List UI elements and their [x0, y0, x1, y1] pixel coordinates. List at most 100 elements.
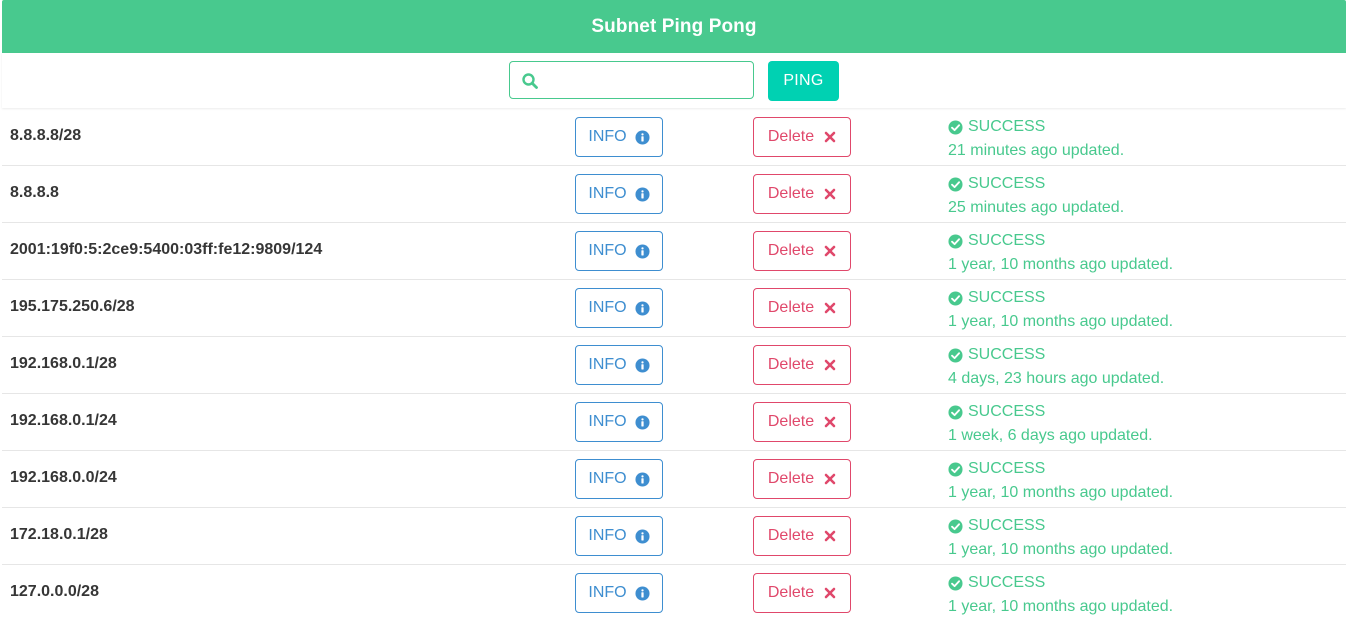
- delete-button[interactable]: Delete: [753, 345, 851, 385]
- updated-timestamp: 1 week, 6 days ago updated.: [948, 427, 1153, 444]
- check-circle-icon: [948, 347, 963, 363]
- table-row: 8.8.8.8/28 INFO Delete SUCCESS 21 minute…: [2, 109, 1346, 166]
- close-icon: [824, 530, 836, 542]
- status-badge: SUCCESS: [968, 289, 1046, 306]
- updated-timestamp: 25 minutes ago updated.: [948, 199, 1125, 216]
- status-line: SUCCESS: [948, 172, 1124, 196]
- toolbar: PING: [2, 53, 1346, 108]
- info-button[interactable]: INFO: [575, 231, 663, 271]
- table-row: 192.168.0.1/24 INFO Delete SUCCESS 1 wee…: [2, 394, 1346, 451]
- delete-button-label: Delete: [767, 470, 815, 487]
- delete-button[interactable]: Delete: [753, 117, 851, 157]
- delete-button[interactable]: Delete: [753, 573, 851, 613]
- updated-timestamp: 1 year, 10 months ago updated.: [948, 256, 1174, 273]
- close-icon: [824, 587, 836, 599]
- subnet-list: 8.8.8.8/28 INFO Delete SUCCESS 21 minute…: [2, 109, 1346, 622]
- info-button[interactable]: INFO: [575, 402, 663, 442]
- delete-button[interactable]: Delete: [753, 288, 851, 328]
- ping-button[interactable]: PING: [768, 61, 839, 101]
- info-button[interactable]: INFO: [575, 345, 663, 385]
- info-button[interactable]: INFO: [575, 117, 663, 157]
- status-badge: SUCCESS: [968, 232, 1046, 249]
- updated-timestamp: 1 year, 10 months ago updated.: [948, 541, 1174, 558]
- info-button-label: INFO: [588, 356, 627, 373]
- status-block: SUCCESS 1 year, 10 months ago updated.: [948, 457, 1173, 505]
- delete-button-label: Delete: [767, 527, 815, 544]
- info-button-label: INFO: [588, 185, 627, 202]
- updated-timestamp: 1 year, 10 months ago updated.: [948, 598, 1174, 615]
- info-button-label: INFO: [588, 242, 627, 259]
- page-title: Subnet Ping Pong: [591, 15, 757, 37]
- subnet-address: 192.168.0.1/28: [10, 355, 117, 372]
- status-badge: SUCCESS: [968, 517, 1046, 534]
- info-circle-icon: [635, 243, 650, 259]
- close-icon: [824, 302, 836, 314]
- info-button-label: INFO: [588, 128, 627, 145]
- close-icon: [824, 416, 836, 428]
- status-block: SUCCESS 4 days, 23 hours ago updated.: [948, 343, 1164, 391]
- delete-button[interactable]: Delete: [753, 174, 851, 214]
- check-circle-icon: [948, 404, 963, 420]
- delete-button[interactable]: Delete: [753, 459, 851, 499]
- info-circle-icon: [635, 528, 650, 544]
- status-block: SUCCESS 1 year, 10 months ago updated.: [948, 229, 1173, 277]
- info-button[interactable]: INFO: [575, 288, 663, 328]
- status-badge: SUCCESS: [968, 403, 1046, 420]
- delete-button-label: Delete: [767, 584, 815, 601]
- status-line: SUCCESS: [948, 457, 1173, 481]
- status-line: SUCCESS: [948, 343, 1164, 367]
- info-circle-icon: [635, 357, 650, 373]
- table-row: 2001:19f0:5:2ce9:5400:03ff:fe12:9809/124…: [2, 223, 1346, 280]
- table-row: 195.175.250.6/28 INFO Delete SUCCESS 1 y…: [2, 280, 1346, 337]
- check-circle-icon: [948, 575, 963, 591]
- search-icon: [522, 73, 538, 89]
- info-button[interactable]: INFO: [575, 174, 663, 214]
- delete-button[interactable]: Delete: [753, 402, 851, 442]
- table-row: 192.168.0.1/28 INFO Delete SUCCESS 4 day…: [2, 337, 1346, 394]
- check-circle-icon: [948, 233, 963, 249]
- info-circle-icon: [635, 414, 650, 430]
- check-circle-icon: [948, 290, 963, 306]
- delete-button-label: Delete: [767, 242, 815, 259]
- delete-button-label: Delete: [767, 356, 815, 373]
- status-badge: SUCCESS: [968, 346, 1046, 363]
- status-block: SUCCESS 25 minutes ago updated.: [948, 172, 1124, 220]
- info-button-label: INFO: [588, 299, 627, 316]
- app: Subnet Ping Pong PING 8.8.8.8/28 INFO De…: [0, 0, 1346, 633]
- status-badge: SUCCESS: [968, 175, 1046, 192]
- info-button[interactable]: INFO: [575, 459, 663, 499]
- close-icon: [824, 245, 836, 257]
- info-circle-icon: [635, 471, 650, 487]
- info-button-label: INFO: [588, 470, 627, 487]
- table-row: 8.8.8.8 INFO Delete SUCCESS 25 minutes a…: [2, 166, 1346, 223]
- delete-button[interactable]: Delete: [753, 231, 851, 271]
- info-button[interactable]: INFO: [575, 516, 663, 556]
- status-line: SUCCESS: [948, 115, 1124, 139]
- table-row: 192.168.0.0/24 INFO Delete SUCCESS 1 yea…: [2, 451, 1346, 508]
- delete-button[interactable]: Delete: [753, 516, 851, 556]
- status-badge: SUCCESS: [968, 118, 1046, 135]
- info-circle-icon: [635, 129, 650, 145]
- close-icon: [824, 473, 836, 485]
- status-block: SUCCESS 1 week, 6 days ago updated.: [948, 400, 1153, 448]
- subnet-address: 8.8.8.8: [10, 184, 59, 201]
- delete-button-label: Delete: [767, 128, 815, 145]
- header-bar: Subnet Ping Pong: [2, 0, 1346, 53]
- info-button[interactable]: INFO: [575, 573, 663, 613]
- close-icon: [824, 131, 836, 143]
- updated-timestamp: 4 days, 23 hours ago updated.: [948, 370, 1165, 387]
- updated-timestamp: 1 year, 10 months ago updated.: [948, 313, 1174, 330]
- search-input[interactable]: [548, 64, 752, 98]
- check-circle-icon: [948, 461, 963, 477]
- delete-button-label: Delete: [767, 299, 815, 316]
- info-button-label: INFO: [588, 413, 627, 430]
- subnet-address: 8.8.8.8/28: [10, 127, 82, 144]
- info-circle-icon: [635, 300, 650, 316]
- search-box[interactable]: [509, 61, 754, 99]
- info-button-label: INFO: [588, 527, 627, 544]
- status-block: SUCCESS 1 year, 10 months ago updated.: [948, 514, 1173, 562]
- check-circle-icon: [948, 176, 963, 192]
- table-row: 127.0.0.0/28 INFO Delete SUCCESS 1 year,…: [2, 565, 1346, 622]
- close-icon: [824, 359, 836, 371]
- status-badge: SUCCESS: [968, 460, 1046, 477]
